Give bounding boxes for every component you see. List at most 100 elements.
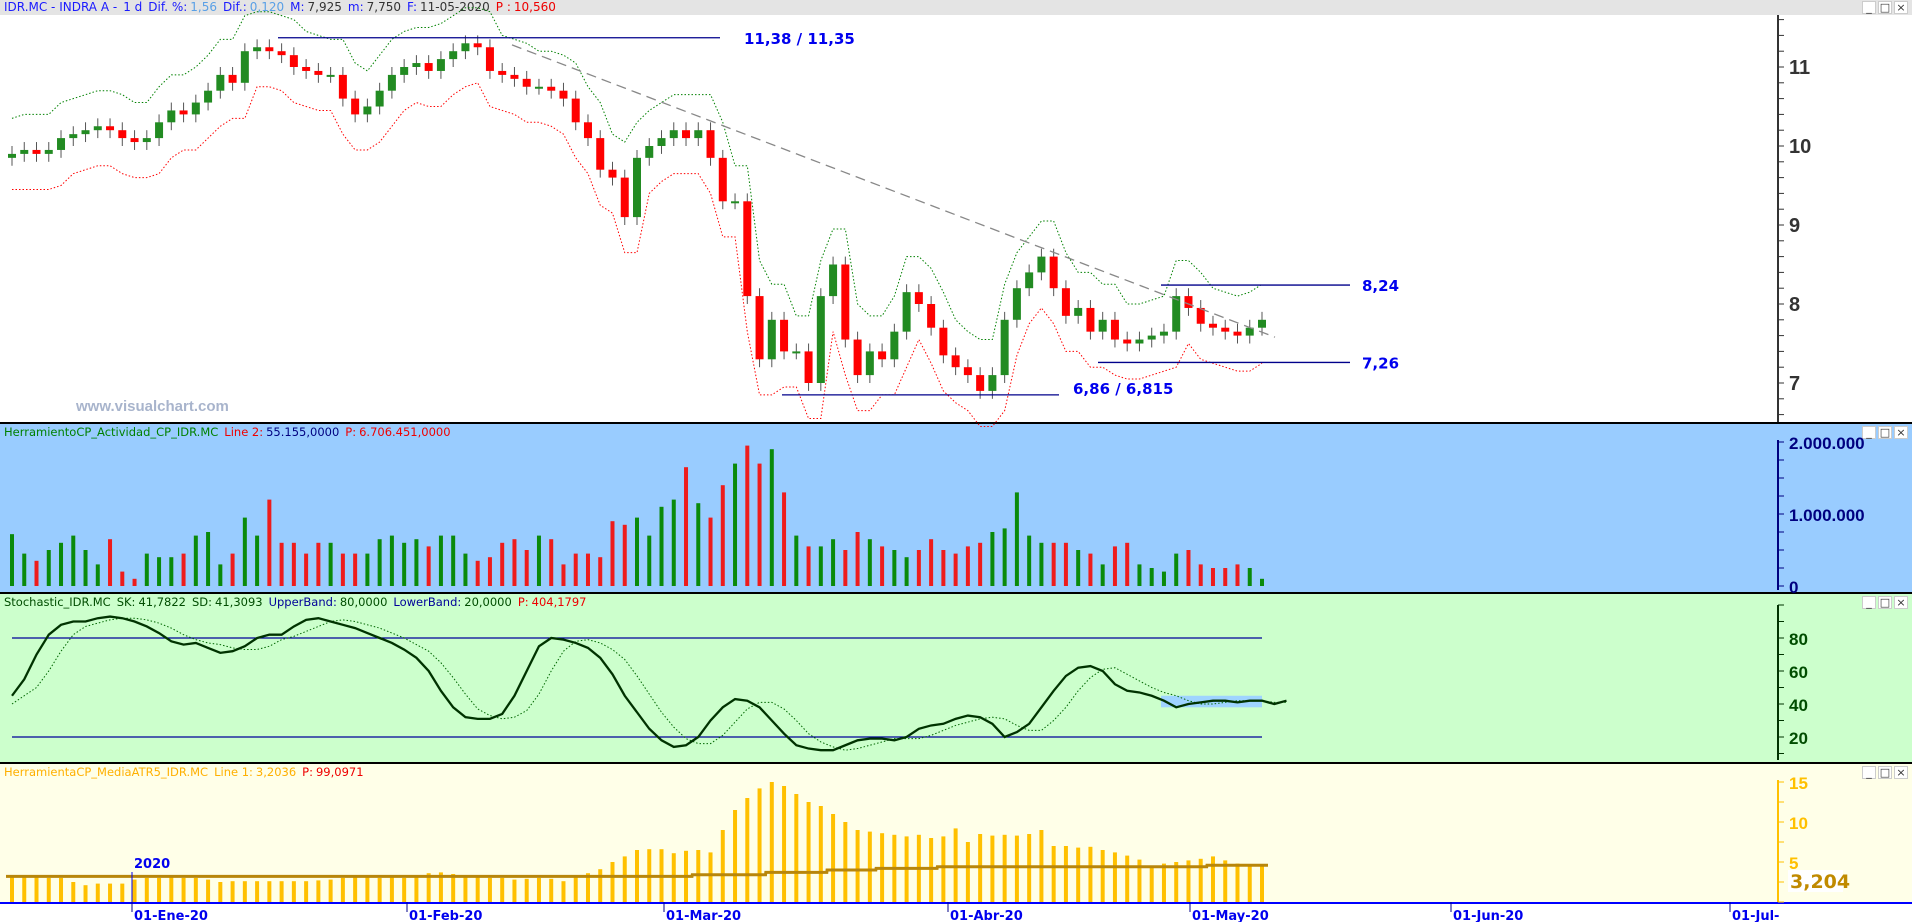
volume-bar — [463, 553, 468, 586]
atr-bar — [402, 878, 407, 902]
candle-body — [375, 90, 384, 107]
volume-bar — [389, 535, 394, 586]
candle-body — [1184, 296, 1193, 308]
volume-bar — [267, 499, 272, 586]
volume-bar — [1235, 564, 1240, 586]
atr-bar — [573, 877, 578, 902]
atr-bar — [831, 814, 836, 902]
atr-bar — [867, 831, 872, 902]
atr-tick-label: 15 — [1789, 774, 1808, 793]
atr-current-label: 3,204 — [1790, 871, 1850, 893]
candle-body — [633, 157, 641, 218]
candle-body — [890, 331, 899, 360]
candle-body — [32, 149, 41, 154]
volume-bar — [965, 546, 970, 586]
volume-bar — [818, 546, 823, 586]
volume-bar — [328, 542, 333, 586]
volume-tick-label: 2.000.000 — [1789, 434, 1865, 453]
atr-bar — [953, 828, 958, 902]
atr-bar — [475, 877, 480, 902]
atr-bar — [218, 882, 223, 902]
atr-bar — [1063, 846, 1068, 902]
volume-bar — [71, 535, 76, 586]
atr-bar — [267, 881, 272, 902]
date-tick-label: 01-Ene-20 — [134, 909, 208, 922]
candle-body — [461, 43, 470, 52]
volume-bar — [242, 517, 247, 586]
atr-bar — [1149, 867, 1154, 902]
year-label: 2020 — [134, 857, 170, 872]
volume-bar — [500, 542, 505, 586]
candle-body — [485, 47, 494, 71]
candle-body — [902, 292, 911, 332]
atr-bar — [549, 878, 554, 902]
candle-body — [253, 47, 262, 52]
atr-bar — [304, 881, 309, 902]
volume-bar — [95, 564, 100, 586]
volume-bar — [1223, 568, 1228, 586]
volume-bar — [1039, 542, 1044, 586]
candle-body — [976, 375, 985, 391]
candle-body — [534, 86, 543, 89]
atr-bar — [46, 878, 51, 902]
atr-bar — [929, 838, 934, 902]
volume-bar — [1137, 564, 1142, 586]
atr-bar — [132, 879, 137, 902]
candle-body — [412, 63, 421, 67]
candle-body — [44, 149, 53, 154]
volume-bar — [1161, 571, 1166, 586]
atr-bar — [1076, 847, 1081, 902]
atr-bar — [193, 878, 198, 902]
candle-body — [755, 296, 764, 360]
candle-body — [1221, 327, 1230, 332]
atr-bar — [720, 830, 725, 902]
atr-bar — [806, 802, 811, 902]
atr-bar — [157, 878, 162, 902]
candle-body — [326, 74, 335, 77]
volume-bar — [843, 550, 848, 586]
candle-body — [988, 375, 997, 391]
atr-bar — [1088, 846, 1093, 902]
candle-body — [57, 138, 66, 150]
volume-tick-label: 1.000.000 — [1789, 506, 1865, 525]
candle-body — [682, 130, 691, 139]
volume-bar — [978, 542, 983, 586]
atr-bar — [255, 881, 260, 902]
volume-bar — [59, 542, 64, 586]
volume-bar — [610, 521, 615, 586]
volume-bar — [451, 535, 456, 586]
candle-body — [118, 130, 127, 139]
candle-body — [179, 110, 188, 115]
atr-bar — [108, 883, 113, 902]
volume-bar — [1063, 542, 1068, 586]
candle-body — [498, 70, 507, 75]
date-tick-label: 01-Jun-20 — [1453, 909, 1523, 922]
volume-bar — [953, 553, 958, 586]
atr-bar — [561, 881, 566, 902]
volume-bar — [757, 463, 762, 586]
candle-body — [731, 201, 740, 204]
volume-bar — [279, 542, 284, 586]
atr-bar — [1125, 855, 1130, 902]
volume-bar — [414, 539, 419, 586]
atr-bar — [328, 879, 333, 902]
candle-body — [522, 78, 531, 87]
candle-body — [363, 106, 372, 115]
candle-body — [816, 296, 825, 383]
candle-body — [191, 102, 200, 115]
candle-body — [853, 339, 862, 376]
volume-bar — [1002, 528, 1007, 586]
atr-bar — [598, 869, 603, 902]
volume-bar — [536, 535, 541, 586]
candle-body — [204, 90, 213, 103]
volume-bar — [598, 557, 603, 586]
volume-bar — [340, 553, 345, 586]
volume-bar — [990, 532, 995, 586]
candle-body — [620, 177, 629, 218]
candle-body — [1061, 288, 1070, 316]
candle-body — [927, 304, 936, 328]
volume-bar — [1051, 542, 1056, 586]
candle-body — [424, 63, 433, 71]
chart-canvas[interactable]: 11109872.000.0001.000.000080604020151051… — [0, 0, 1912, 922]
volume-bar — [684, 467, 689, 586]
